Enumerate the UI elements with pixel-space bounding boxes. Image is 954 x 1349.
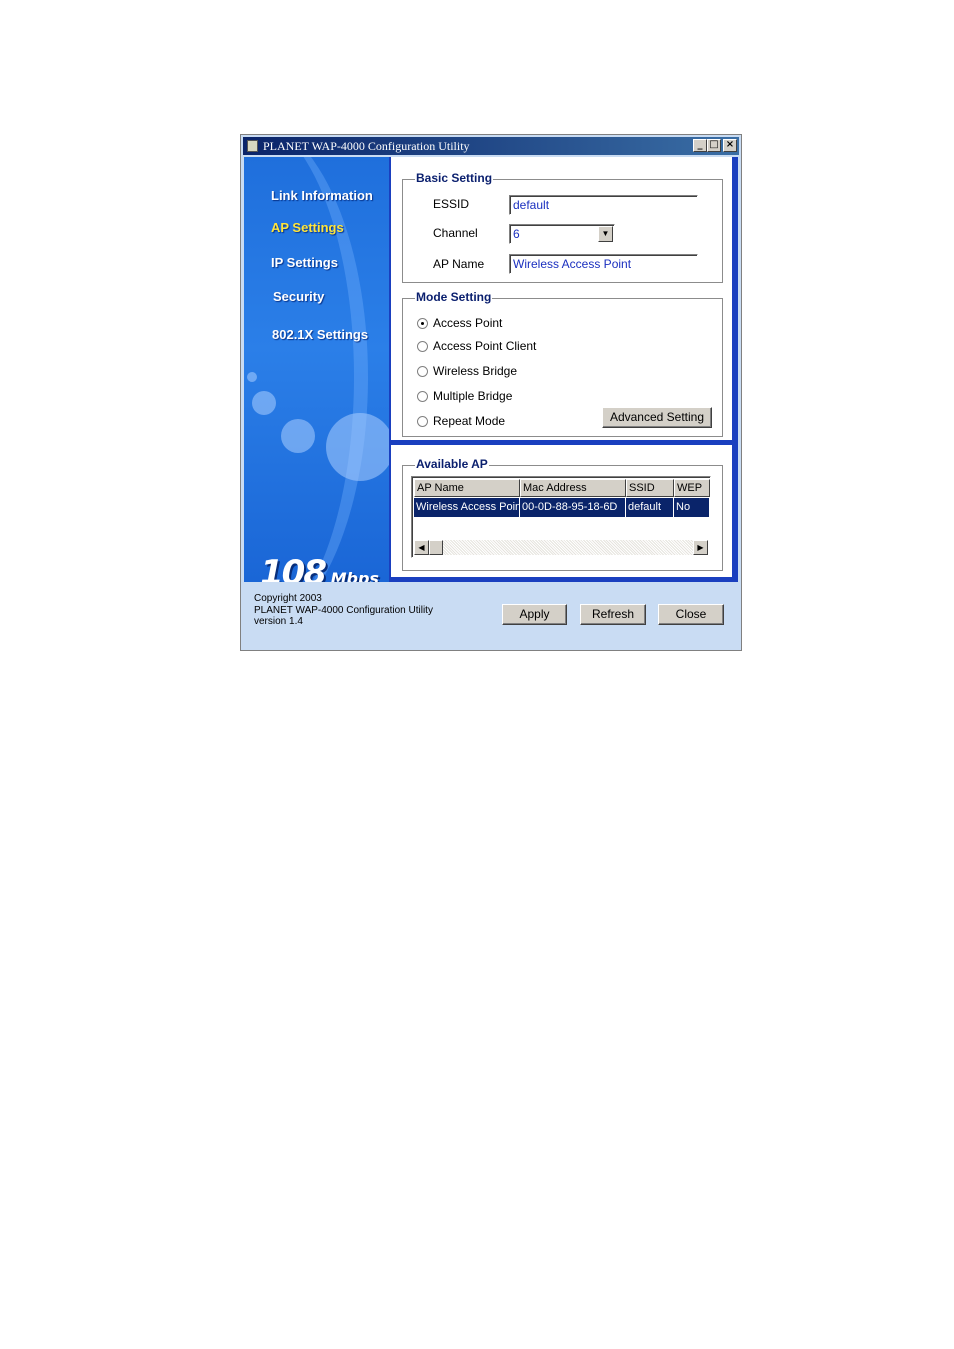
- window-title: PLANET WAP-4000 Configuration Utility: [263, 139, 470, 153]
- close-window-button[interactable]: ×: [723, 139, 737, 152]
- essid-label: ESSID: [433, 197, 470, 211]
- column-ap-name[interactable]: AP Name: [414, 479, 520, 497]
- channel-value: 6: [513, 227, 520, 241]
- sidebar-item-security[interactable]: Security: [273, 289, 324, 304]
- logo-number: 108: [260, 553, 327, 582]
- radio-multiple-bridge[interactable]: [417, 391, 428, 402]
- sidebar-item-8021x-settings[interactable]: 802.1X Settings: [272, 327, 368, 342]
- settings-panel: Basic Setting ESSID default Channel 6 ▼ …: [391, 157, 732, 440]
- chevron-down-icon[interactable]: ▼: [598, 226, 613, 242]
- mode-label-repeat-mode: Repeat Mode: [433, 414, 506, 428]
- mode-label-access-point: Access Point: [433, 316, 503, 330]
- sidebar-item-ap-settings[interactable]: AP Settings: [271, 220, 344, 235]
- table-row-cell-ap-name[interactable]: Wireless Access Point: [414, 498, 520, 517]
- app-icon: [247, 140, 258, 152]
- basic-setting-title: Basic Setting: [415, 171, 494, 185]
- channel-label: Channel: [433, 226, 478, 240]
- main-panel: Basic Setting ESSID default Channel 6 ▼ …: [389, 157, 738, 582]
- table-row-cell-mac[interactable]: 00-0D-88-95-18-6D: [520, 498, 626, 517]
- scroll-right-icon[interactable]: ▶: [693, 540, 708, 555]
- mode-setting-group: Mode Setting Access Point Access Point C…: [402, 290, 723, 437]
- minimize-button[interactable]: _: [693, 139, 707, 152]
- basic-setting-group: Basic Setting ESSID default Channel 6 ▼ …: [402, 171, 723, 283]
- copyright-text: Copyright 2003: [254, 593, 322, 604]
- mode-label-wireless-bridge: Wireless Bridge: [433, 364, 518, 378]
- ap-list[interactable]: AP Name Mac Address SSID WEP Wireless Ac…: [411, 476, 711, 558]
- decor-bubble: [252, 391, 276, 415]
- radio-access-point[interactable]: [417, 318, 428, 329]
- maximize-button[interactable]: □: [707, 139, 721, 152]
- available-ap-title: Available AP: [415, 457, 489, 471]
- refresh-button[interactable]: Refresh: [580, 604, 646, 625]
- table-row-cell-ssid[interactable]: default: [626, 498, 674, 517]
- close-button[interactable]: Close: [658, 604, 724, 625]
- radio-repeat-mode[interactable]: [417, 416, 428, 427]
- ap-name-label: AP Name: [433, 257, 485, 271]
- sidebar: Link Information AP Settings IP Settings…: [244, 157, 389, 582]
- decor-bubble: [326, 413, 389, 481]
- title-bar[interactable]: PLANET WAP-4000 Configuration Utility _ …: [243, 137, 739, 155]
- mode-label-access-point-client: Access Point Client: [433, 339, 537, 353]
- radio-access-point-client[interactable]: [417, 341, 428, 352]
- column-ssid[interactable]: SSID: [626, 479, 674, 497]
- advanced-setting-button[interactable]: Advanced Setting: [602, 407, 712, 428]
- decor-bubble: [281, 419, 315, 453]
- logo-unit: Mbps: [330, 569, 379, 582]
- column-wep[interactable]: WEP: [674, 479, 710, 497]
- scroll-thumb[interactable]: [429, 540, 443, 555]
- apply-button[interactable]: Apply: [502, 604, 567, 625]
- sidebar-item-link-information[interactable]: Link Information: [271, 188, 373, 203]
- table-row-cell-wep[interactable]: No: [674, 498, 710, 517]
- decor-bubble: [247, 372, 257, 382]
- ap-name-input[interactable]: Wireless Access Point: [509, 254, 698, 274]
- mode-setting-title: Mode Setting: [415, 290, 493, 304]
- column-mac-address[interactable]: Mac Address: [520, 479, 626, 497]
- radio-wireless-bridge[interactable]: [417, 366, 428, 377]
- scroll-left-icon[interactable]: ◀: [414, 540, 429, 555]
- version-text: version 1.4: [254, 616, 303, 627]
- available-ap-panel: Available AP AP Name Mac Address SSID WE…: [391, 445, 732, 577]
- speed-logo: 108 Mbps: [260, 553, 379, 582]
- mode-label-multiple-bridge: Multiple Bridge: [433, 389, 513, 403]
- sidebar-item-ip-settings[interactable]: IP Settings: [271, 255, 338, 270]
- config-window: PLANET WAP-4000 Configuration Utility _ …: [240, 134, 742, 651]
- product-text: PLANET WAP-4000 Configuration Utility: [254, 605, 433, 616]
- channel-select[interactable]: 6 ▼: [509, 224, 615, 244]
- essid-input[interactable]: default: [509, 195, 698, 215]
- horizontal-scrollbar[interactable]: ◀ ▶: [414, 540, 708, 555]
- available-ap-group: Available AP AP Name Mac Address SSID WE…: [402, 457, 723, 571]
